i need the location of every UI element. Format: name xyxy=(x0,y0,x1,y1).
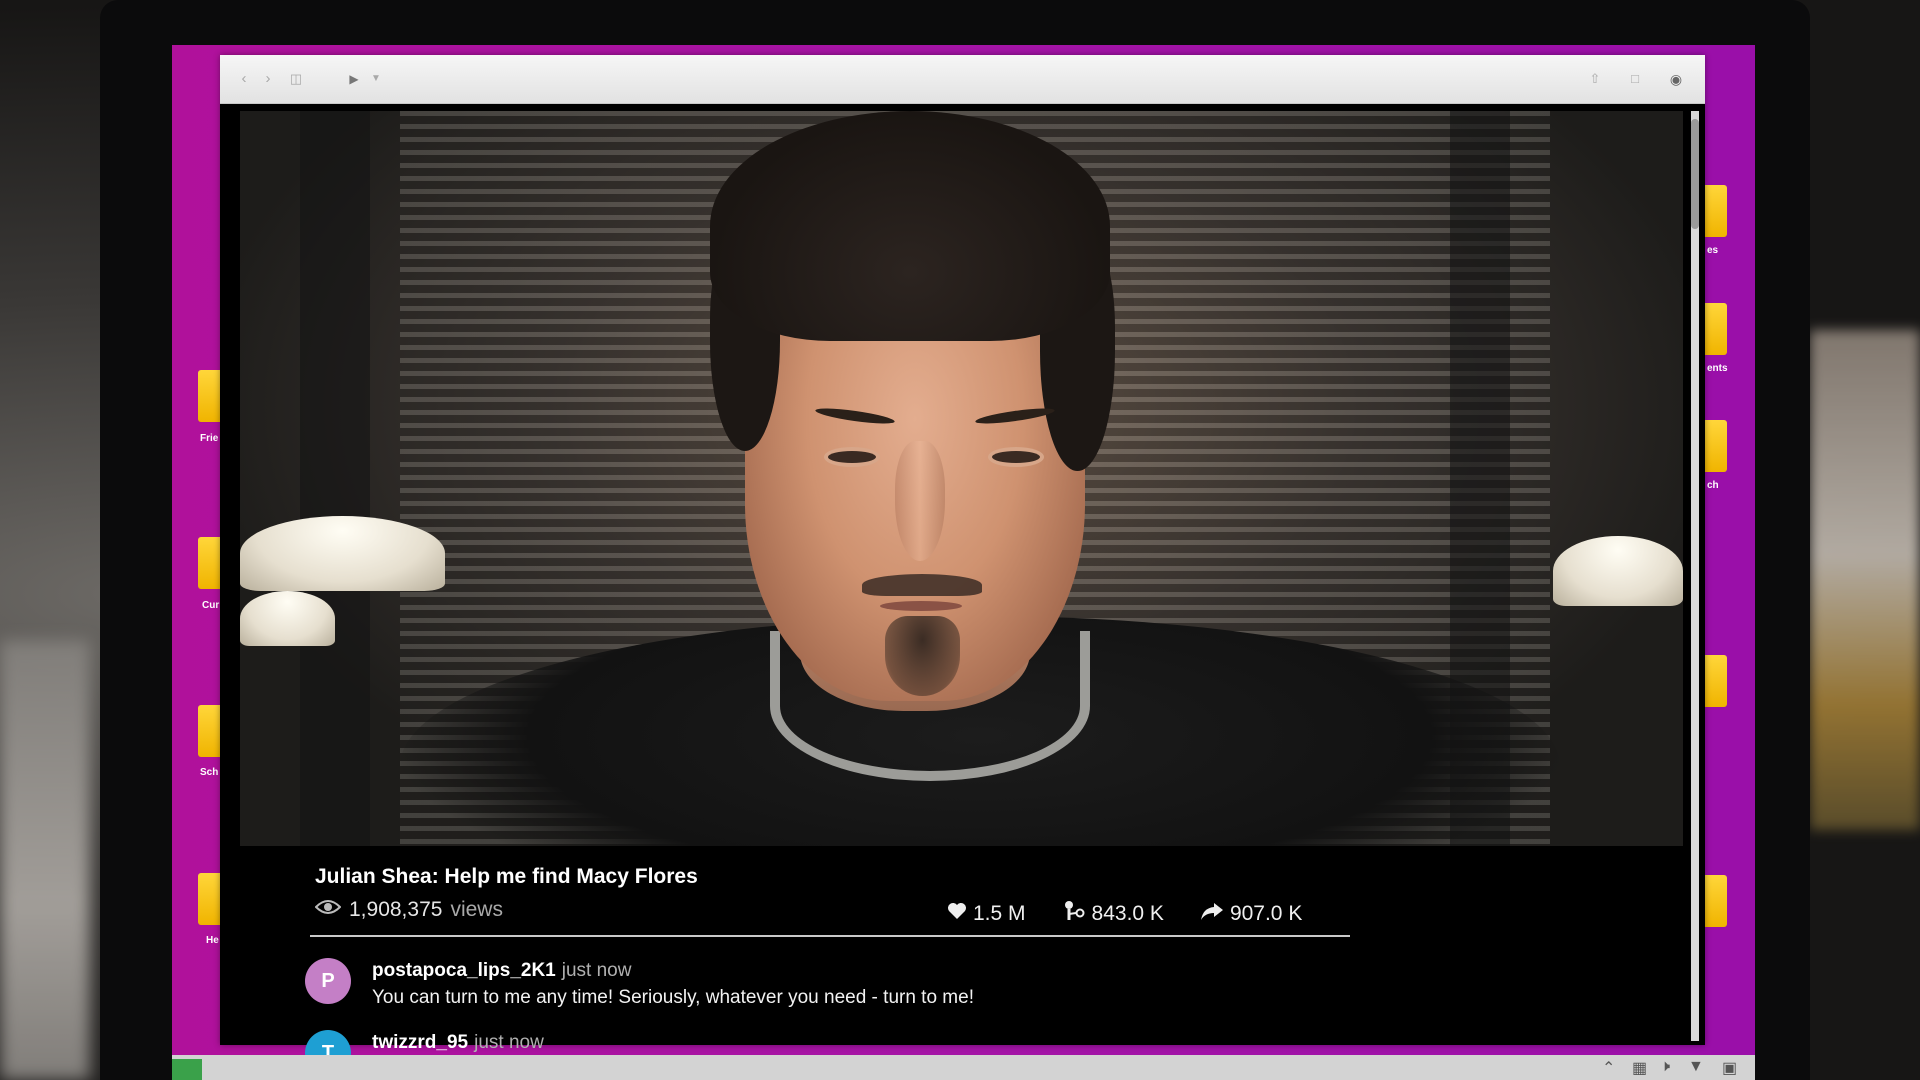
folder-icon[interactable] xyxy=(198,537,220,589)
connection-icon xyxy=(1062,900,1086,928)
video-frame-person-nose xyxy=(895,441,945,561)
background-lamp-glow-left xyxy=(0,640,90,1080)
sidebar-icon[interactable]: ◫ xyxy=(286,69,306,89)
folder-icon[interactable] xyxy=(1705,420,1727,472)
connections-count: 843.0 K xyxy=(1091,902,1164,925)
cursor-icon: ▶ xyxy=(349,72,359,86)
taskbar: ⌃ ▦ 🕨 ▼ ▣ xyxy=(172,1055,1755,1080)
background-lamp-glow-right xyxy=(1810,330,1920,830)
video-frame-lamp xyxy=(240,516,445,591)
likes-stat[interactable]: 1.5 M xyxy=(947,900,1026,928)
video-title: Julian Shea: Help me find Macy Flores xyxy=(315,865,698,888)
video-frame-lamp xyxy=(1553,536,1683,606)
dropdown-icon[interactable]: ▼ xyxy=(366,69,386,89)
forward-icon[interactable]: › xyxy=(258,69,278,89)
connections-stat[interactable]: 843.0 K xyxy=(1062,900,1164,928)
video-frame-person-goatee xyxy=(885,616,960,696)
tabs-icon[interactable]: □ xyxy=(1625,69,1645,89)
wifi-icon[interactable]: ▼ xyxy=(1688,1058,1704,1076)
browser-toolbar: ‹ › ◫ ▶ ▼ ⇧ □ ◉ xyxy=(220,55,1705,104)
scrollbar-thumb[interactable] xyxy=(1691,119,1699,229)
folder-icon[interactable] xyxy=(1705,655,1727,707)
video-frame-person-eye xyxy=(992,451,1040,463)
desktop-icon-label: ch xyxy=(1707,480,1719,491)
desktop-icon-label: Sch xyxy=(200,767,219,778)
desktop-icon-label: ents xyxy=(1707,363,1728,374)
page-scrollbar[interactable] xyxy=(1691,111,1699,1041)
info-divider xyxy=(310,935,1350,937)
video-player[interactable] xyxy=(240,111,1683,846)
video-stats: 1.5 M 843.0 K 907.0 K xyxy=(947,900,1302,928)
comment-text: You can turn to me any time! Seriously, … xyxy=(372,987,974,1008)
folder-icon[interactable] xyxy=(1705,303,1727,355)
comment-time: just now xyxy=(561,960,632,981)
comment-username[interactable]: postapoca_lips_2K1 xyxy=(372,960,556,981)
folder-icon[interactable] xyxy=(198,370,220,422)
video-frame-person-mouth xyxy=(880,601,962,611)
desktop-icon-label: es xyxy=(1707,245,1719,256)
download-icon[interactable]: ◉ xyxy=(1666,69,1686,89)
comment-username[interactable]: twizzrd_95 xyxy=(372,1032,468,1053)
notification-icon[interactable]: ▣ xyxy=(1722,1058,1737,1078)
battery-icon[interactable]: ▦ xyxy=(1632,1058,1647,1078)
folder-icon[interactable] xyxy=(1705,875,1727,927)
volume-icon[interactable]: 🕨 xyxy=(1660,1058,1670,1076)
folder-icon[interactable] xyxy=(198,705,220,757)
video-frame-person-mustache xyxy=(862,574,982,596)
views-row: 1,908,375 views xyxy=(314,898,503,922)
shares-count: 907.0 K xyxy=(1229,902,1303,925)
video-frame-lamp xyxy=(240,591,335,646)
desktop-icon-label: He xyxy=(206,935,219,946)
share-arrow-icon xyxy=(1200,901,1224,927)
views-label: views xyxy=(450,898,503,921)
comment-time: just now xyxy=(474,1032,544,1053)
desktop-icon-label: Cur xyxy=(202,600,220,611)
shares-stat[interactable]: 907.0 K xyxy=(1200,900,1302,928)
video-frame-person-eye xyxy=(828,451,876,463)
share-icon[interactable]: ⇧ xyxy=(1585,69,1605,89)
heart-icon xyxy=(947,902,967,926)
chevron-up-icon[interactable]: ⌃ xyxy=(1602,1058,1615,1078)
folder-icon[interactable] xyxy=(198,873,220,925)
start-icon[interactable] xyxy=(172,1059,202,1080)
eye-icon xyxy=(314,898,342,922)
back-icon[interactable]: ‹ xyxy=(234,69,254,89)
views-count: 1,908,375 xyxy=(349,898,443,921)
likes-count: 1.5 M xyxy=(973,902,1026,925)
video-frame-pillar xyxy=(300,111,370,846)
desktop-icon-label: Frie xyxy=(200,433,219,444)
avatar[interactable]: P xyxy=(305,958,351,1004)
video-frame-person-hair xyxy=(710,111,1110,341)
folder-icon[interactable] xyxy=(1705,185,1727,237)
browser-window: ‹ › ◫ ▶ ▼ ⇧ □ ◉ Julian Shea: Help me fin… xyxy=(220,55,1705,1076)
